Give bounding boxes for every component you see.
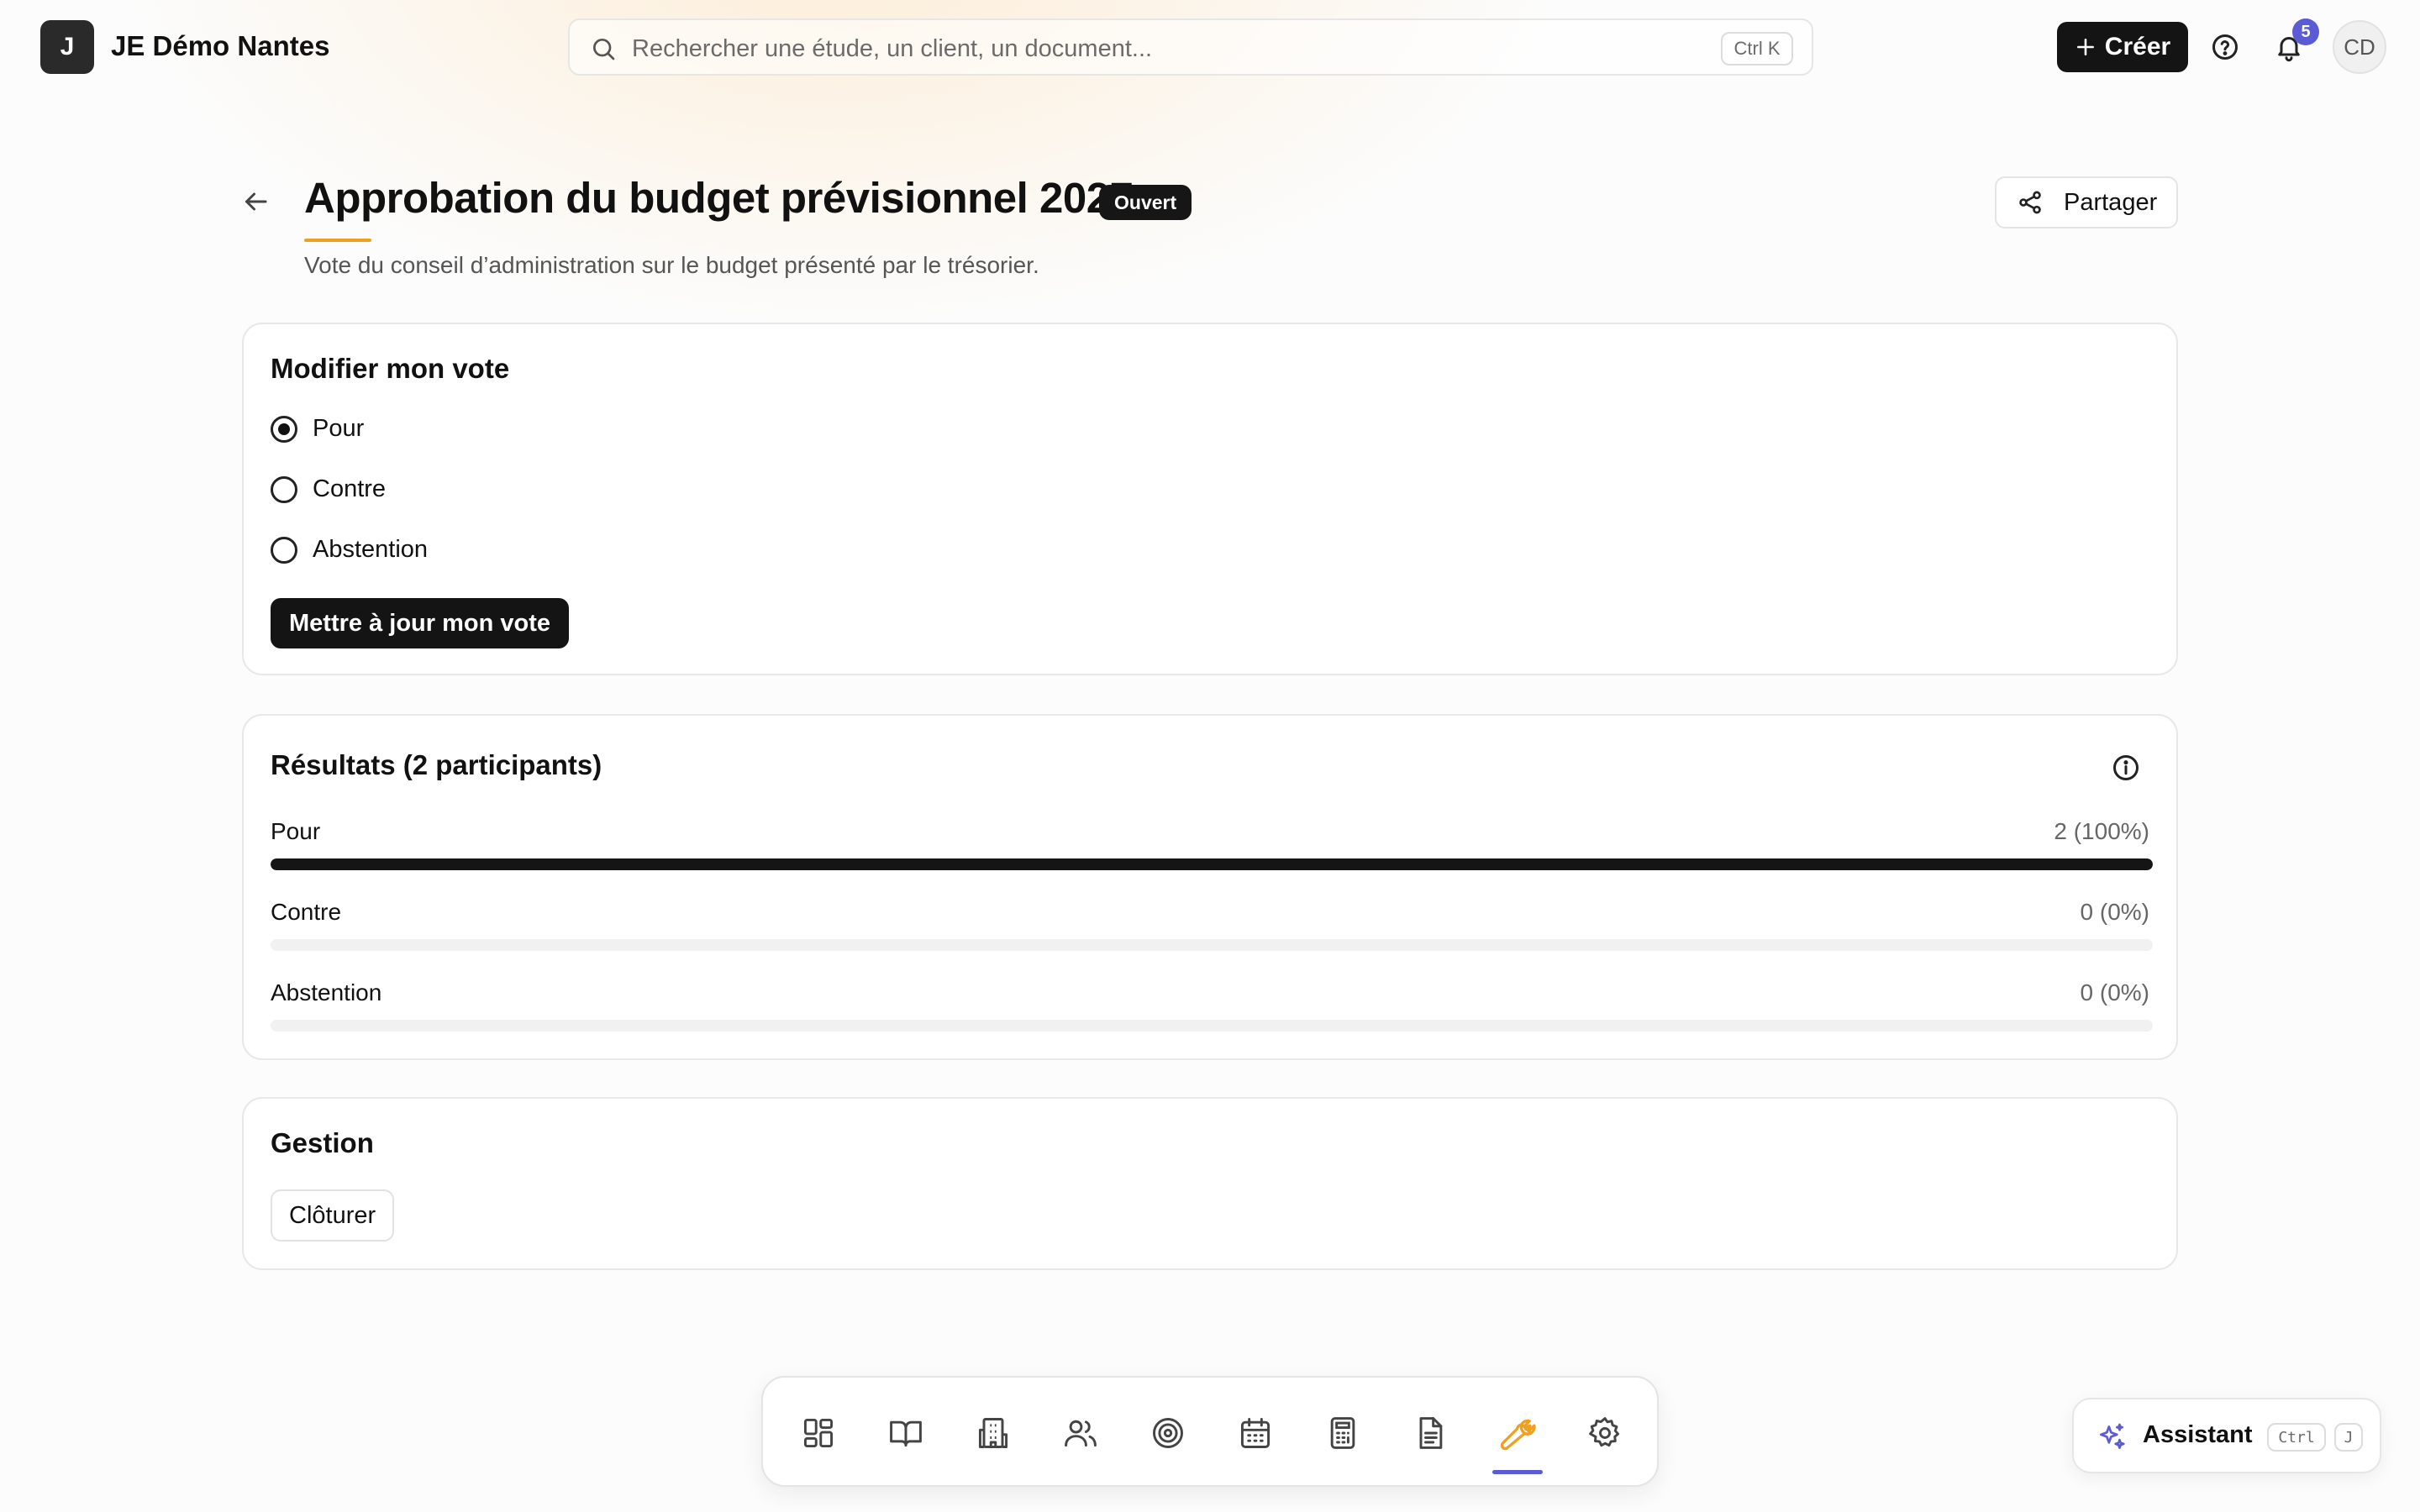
result-value: 2 (100%) — [2054, 818, 2149, 844]
result-value: 0 (0%) — [2080, 899, 2149, 925]
management-card: Gestion Clôturer — [242, 1097, 2178, 1270]
bottom-dock — [761, 1376, 1659, 1487]
plus-icon — [2076, 39, 2094, 55]
dock-item-tools[interactable] — [1492, 1408, 1543, 1458]
dock-item-companies[interactable] — [968, 1408, 1018, 1458]
result-progress-bar — [271, 939, 2153, 951]
back-arrow-icon[interactable] — [240, 186, 271, 217]
assistant-shortcut-ctrl: Ctrl — [2267, 1423, 2326, 1452]
user-avatar[interactable]: CD — [2333, 20, 2386, 74]
results-card: Résultats (2 participants) Pour 2 (100%)… — [242, 714, 2178, 1060]
radio-button[interactable] — [271, 536, 297, 564]
update-vote-button[interactable]: Mettre à jour mon vote — [271, 598, 569, 648]
management-card-title: Gestion — [271, 1127, 374, 1158]
assistant-button[interactable]: Assistant Ctrl J — [2072, 1398, 2381, 1473]
vote-card: Modifier mon vote Pour Contre Abstention… — [242, 323, 2178, 675]
result-value: 0 (0%) — [2080, 979, 2149, 1005]
assistant-shortcut-key: J — [2334, 1423, 2363, 1452]
close-vote-button[interactable]: Clôturer — [271, 1189, 395, 1242]
target-icon — [1153, 1418, 1183, 1448]
settings-icon — [1589, 1417, 1620, 1447]
search-input[interactable]: Rechercher une étude, un client, un docu… — [568, 18, 1813, 76]
create-button[interactable]: Créer — [2057, 22, 2188, 72]
page-subtitle: Vote du conseil d’administration sur le … — [304, 252, 1039, 278]
dock-item-dashboard[interactable] — [793, 1408, 844, 1458]
vote-option-label: Pour — [313, 415, 365, 442]
users-icon — [1065, 1420, 1097, 1447]
dock-item-users[interactable] — [1055, 1408, 1106, 1458]
help-icon — [2212, 34, 2238, 60]
vote-option-pour[interactable]: Pour — [271, 415, 364, 443]
result-progress-bar — [271, 1020, 2153, 1032]
status-badge: Ouvert — [1099, 185, 1192, 220]
share-button-label: Partager — [2064, 188, 2158, 216]
search-icon — [593, 39, 615, 60]
notification-count-badge: 5 — [2292, 18, 2319, 45]
dashboard-icon — [803, 1418, 834, 1448]
dock-item-settings[interactable] — [1580, 1408, 1630, 1458]
result-label: Abstention — [271, 979, 382, 1005]
org-name[interactable]: JE Démo Nantes — [111, 30, 329, 62]
wrench-icon — [1500, 1419, 1536, 1451]
result-label: Contre — [271, 899, 342, 925]
result-progress-bar — [271, 858, 2153, 870]
results-card-title: Résultats (2 participants) — [271, 749, 602, 780]
page-title: Approbation du budget prévisionnel 2027 — [304, 174, 1134, 222]
dock-item-book[interactable] — [881, 1408, 931, 1458]
org-logo[interactable]: J — [40, 20, 94, 74]
share-icon — [2019, 191, 2041, 214]
calculator-icon — [1330, 1417, 1355, 1449]
vote-card-title: Modifier mon vote — [271, 353, 510, 384]
vote-option-label: Contre — [313, 475, 387, 502]
dock-item-calendar[interactable] — [1230, 1408, 1281, 1458]
dock-item-target[interactable] — [1143, 1408, 1193, 1458]
book-icon — [890, 1420, 922, 1447]
building-icon — [978, 1418, 1008, 1448]
vote-option-label: Abstention — [313, 536, 429, 563]
share-button[interactable]: Partager — [1995, 176, 2178, 228]
calendar-icon — [1240, 1418, 1270, 1448]
title-accent-underline — [304, 239, 371, 242]
search-placeholder: Rechercher une étude, un client, un docu… — [632, 35, 1153, 62]
dock-item-documents[interactable] — [1405, 1408, 1455, 1458]
radio-button[interactable] — [271, 475, 297, 503]
create-button-label: Créer — [2104, 33, 2171, 60]
result-label: Pour — [271, 818, 321, 844]
vote-option-contre[interactable]: Contre — [271, 475, 386, 503]
top-bar: J JE Démo Nantes Rechercher une étude, u… — [0, 0, 2420, 94]
vote-option-abstention[interactable]: Abstention — [271, 536, 428, 564]
result-progress-fill — [271, 858, 2153, 870]
info-icon[interactable] — [2111, 753, 2141, 783]
search-shortcut-badge: Ctrl K — [1721, 32, 1793, 66]
assistant-label: Assistant — [2143, 1421, 2253, 1448]
document-icon — [1419, 1417, 1443, 1449]
radio-button[interactable] — [271, 415, 297, 443]
sparkles-icon — [2099, 1423, 2125, 1450]
dock-active-indicator — [1492, 1470, 1543, 1474]
help-button[interactable] — [2205, 27, 2245, 67]
dock-item-calculator[interactable] — [1318, 1408, 1368, 1458]
